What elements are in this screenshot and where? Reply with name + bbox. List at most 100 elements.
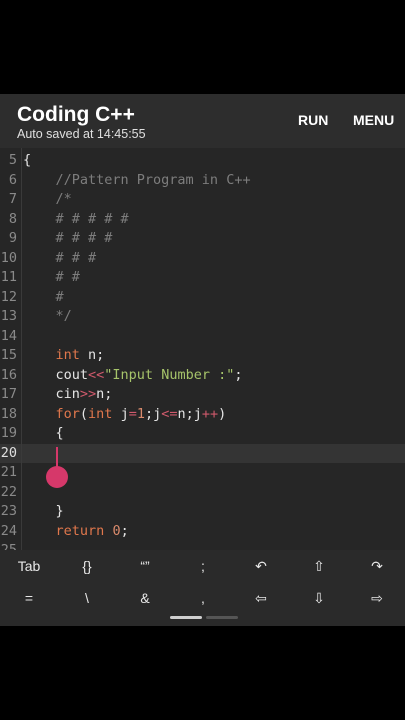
key-braces[interactable]: {} [62, 558, 112, 574]
key-comma[interactable]: , [178, 590, 228, 606]
code-text: { [23, 151, 31, 171]
code-token: for [55, 405, 80, 422]
undo-icon[interactable]: ↶ [236, 558, 286, 575]
code-line[interactable]: 19 { [0, 424, 405, 444]
code-line[interactable]: 17 cin>>n; [0, 385, 405, 405]
code-editor[interactable]: 25 24 return 0; 23 } 22 21 20 19 {18 for(int j… [0, 148, 405, 550]
code-line[interactable]: 15 int n; [0, 346, 405, 366]
code-line[interactable]: 18 for(int j=1;j<=n;j++) [0, 405, 405, 425]
code-line[interactable]: 25 [0, 541, 405, 550]
code-text: # [23, 288, 64, 308]
code-token: = [128, 405, 137, 422]
code-line[interactable]: 11 # # [0, 268, 405, 288]
code-token: >> [79, 386, 97, 402]
code-token: int [88, 405, 113, 422]
arrow-right-icon[interactable]: ⇨ [352, 590, 402, 607]
code-line[interactable]: 20 [0, 443, 405, 463]
app-window: Coding C++ Auto saved at 14:45:55 RUN ME… [0, 94, 405, 626]
key-quotes[interactable]: “” [120, 558, 170, 574]
code-line[interactable]: 7 /* [0, 190, 405, 210]
line-number: 22 [0, 483, 17, 500]
line-number: 15 [0, 347, 17, 363]
code-token: # # # [23, 249, 97, 266]
code-text: cin>>n; [23, 385, 113, 405]
code-token: ; [234, 366, 243, 383]
code-token: ; [120, 522, 129, 539]
code-token: "Input Number :" [104, 366, 235, 383]
cursor-drag-handle[interactable] [46, 466, 68, 488]
code-line[interactable]: 5{ [0, 151, 405, 171]
code-token: } [23, 503, 64, 519]
app-header: Coding C++ Auto saved at 14:45:55 RUN ME… [0, 94, 405, 148]
code-token: 1 [136, 405, 145, 422]
line-number: 19 [0, 425, 17, 441]
code-text: return 0; [23, 522, 129, 542]
code-text: /* [23, 190, 72, 210]
key-tab[interactable]: Tab [4, 558, 54, 574]
line-number: 7 [8, 191, 17, 207]
gutter-divider [21, 148, 22, 550]
line-number: 6 [8, 171, 17, 188]
code-line[interactable]: 10 # # # [0, 249, 405, 269]
line-number: 17 [0, 386, 17, 402]
key-backslash[interactable]: \ [62, 590, 112, 606]
code-token: int [55, 347, 80, 363]
code-text: # # # # # [23, 210, 129, 230]
redo-icon[interactable]: ↷ [352, 558, 402, 575]
code-text: } [23, 502, 64, 522]
arrow-up-icon[interactable]: ⇧ [294, 558, 344, 575]
code-token: # # [23, 269, 80, 285]
line-number: 8 [8, 210, 17, 227]
line-number: 21 [0, 464, 17, 480]
code-token: << [88, 366, 105, 383]
code-text: int n; [23, 346, 105, 366]
line-number: 9 [8, 230, 17, 246]
code-line[interactable]: 14 [0, 327, 405, 347]
code-line[interactable]: 16 cout<<"Input Number :"; [0, 366, 405, 386]
nav-indicator [206, 616, 238, 619]
nav-indicator-active [170, 616, 202, 619]
code-line[interactable]: 24 return 0; [0, 522, 405, 542]
code-line[interactable]: 23 } [0, 502, 405, 522]
line-number: 20 [0, 444, 17, 461]
code-text: cout<<"Input Number :"; [23, 366, 243, 386]
menu-button[interactable]: MENU [353, 112, 394, 128]
code-token: //Pattern Program in C++ [23, 171, 251, 188]
key-ampersand[interactable]: & [120, 590, 170, 606]
code-line[interactable]: 13 */ [0, 307, 405, 327]
code-text: for(int j=1;j<=n;j++) [23, 405, 227, 425]
line-number: 25 [0, 542, 17, 550]
code-token: ++ [201, 405, 219, 422]
code-token: */ [23, 308, 72, 324]
arrow-down-icon[interactable]: ⇩ [294, 590, 344, 607]
code-token: <= [161, 405, 178, 422]
code-line[interactable]: 8 # # # # # [0, 210, 405, 230]
autosave-status: Auto saved at 14:45:55 [17, 127, 146, 141]
run-button[interactable]: RUN [298, 112, 328, 128]
code-text: # # # [23, 249, 97, 269]
code-line[interactable]: 9 # # # # [0, 229, 405, 249]
code-token: n; [79, 347, 105, 363]
code-line[interactable]: 6 //Pattern Program in C++ [0, 171, 405, 191]
line-number: 10 [0, 249, 17, 266]
line-number: 5 [8, 152, 17, 168]
arrow-left-icon[interactable]: ⇦ [236, 590, 286, 607]
line-number: 16 [0, 366, 17, 383]
code-token: ) [218, 405, 227, 422]
code-text: { [23, 424, 64, 444]
app-title: Coding C++ [17, 103, 135, 126]
code-token: cout [23, 366, 89, 383]
line-number: 18 [0, 405, 17, 422]
code-token: 0 [112, 522, 121, 539]
code-token: ;j [144, 405, 162, 422]
key-semicolon[interactable]: ; [178, 558, 228, 574]
code-token: cin [23, 386, 80, 402]
code-text: # # # # [23, 229, 113, 249]
code-line[interactable]: 12 # [0, 288, 405, 308]
code-text: # # [23, 268, 80, 288]
key-equals[interactable]: = [4, 590, 54, 606]
line-number: 24 [0, 522, 17, 539]
